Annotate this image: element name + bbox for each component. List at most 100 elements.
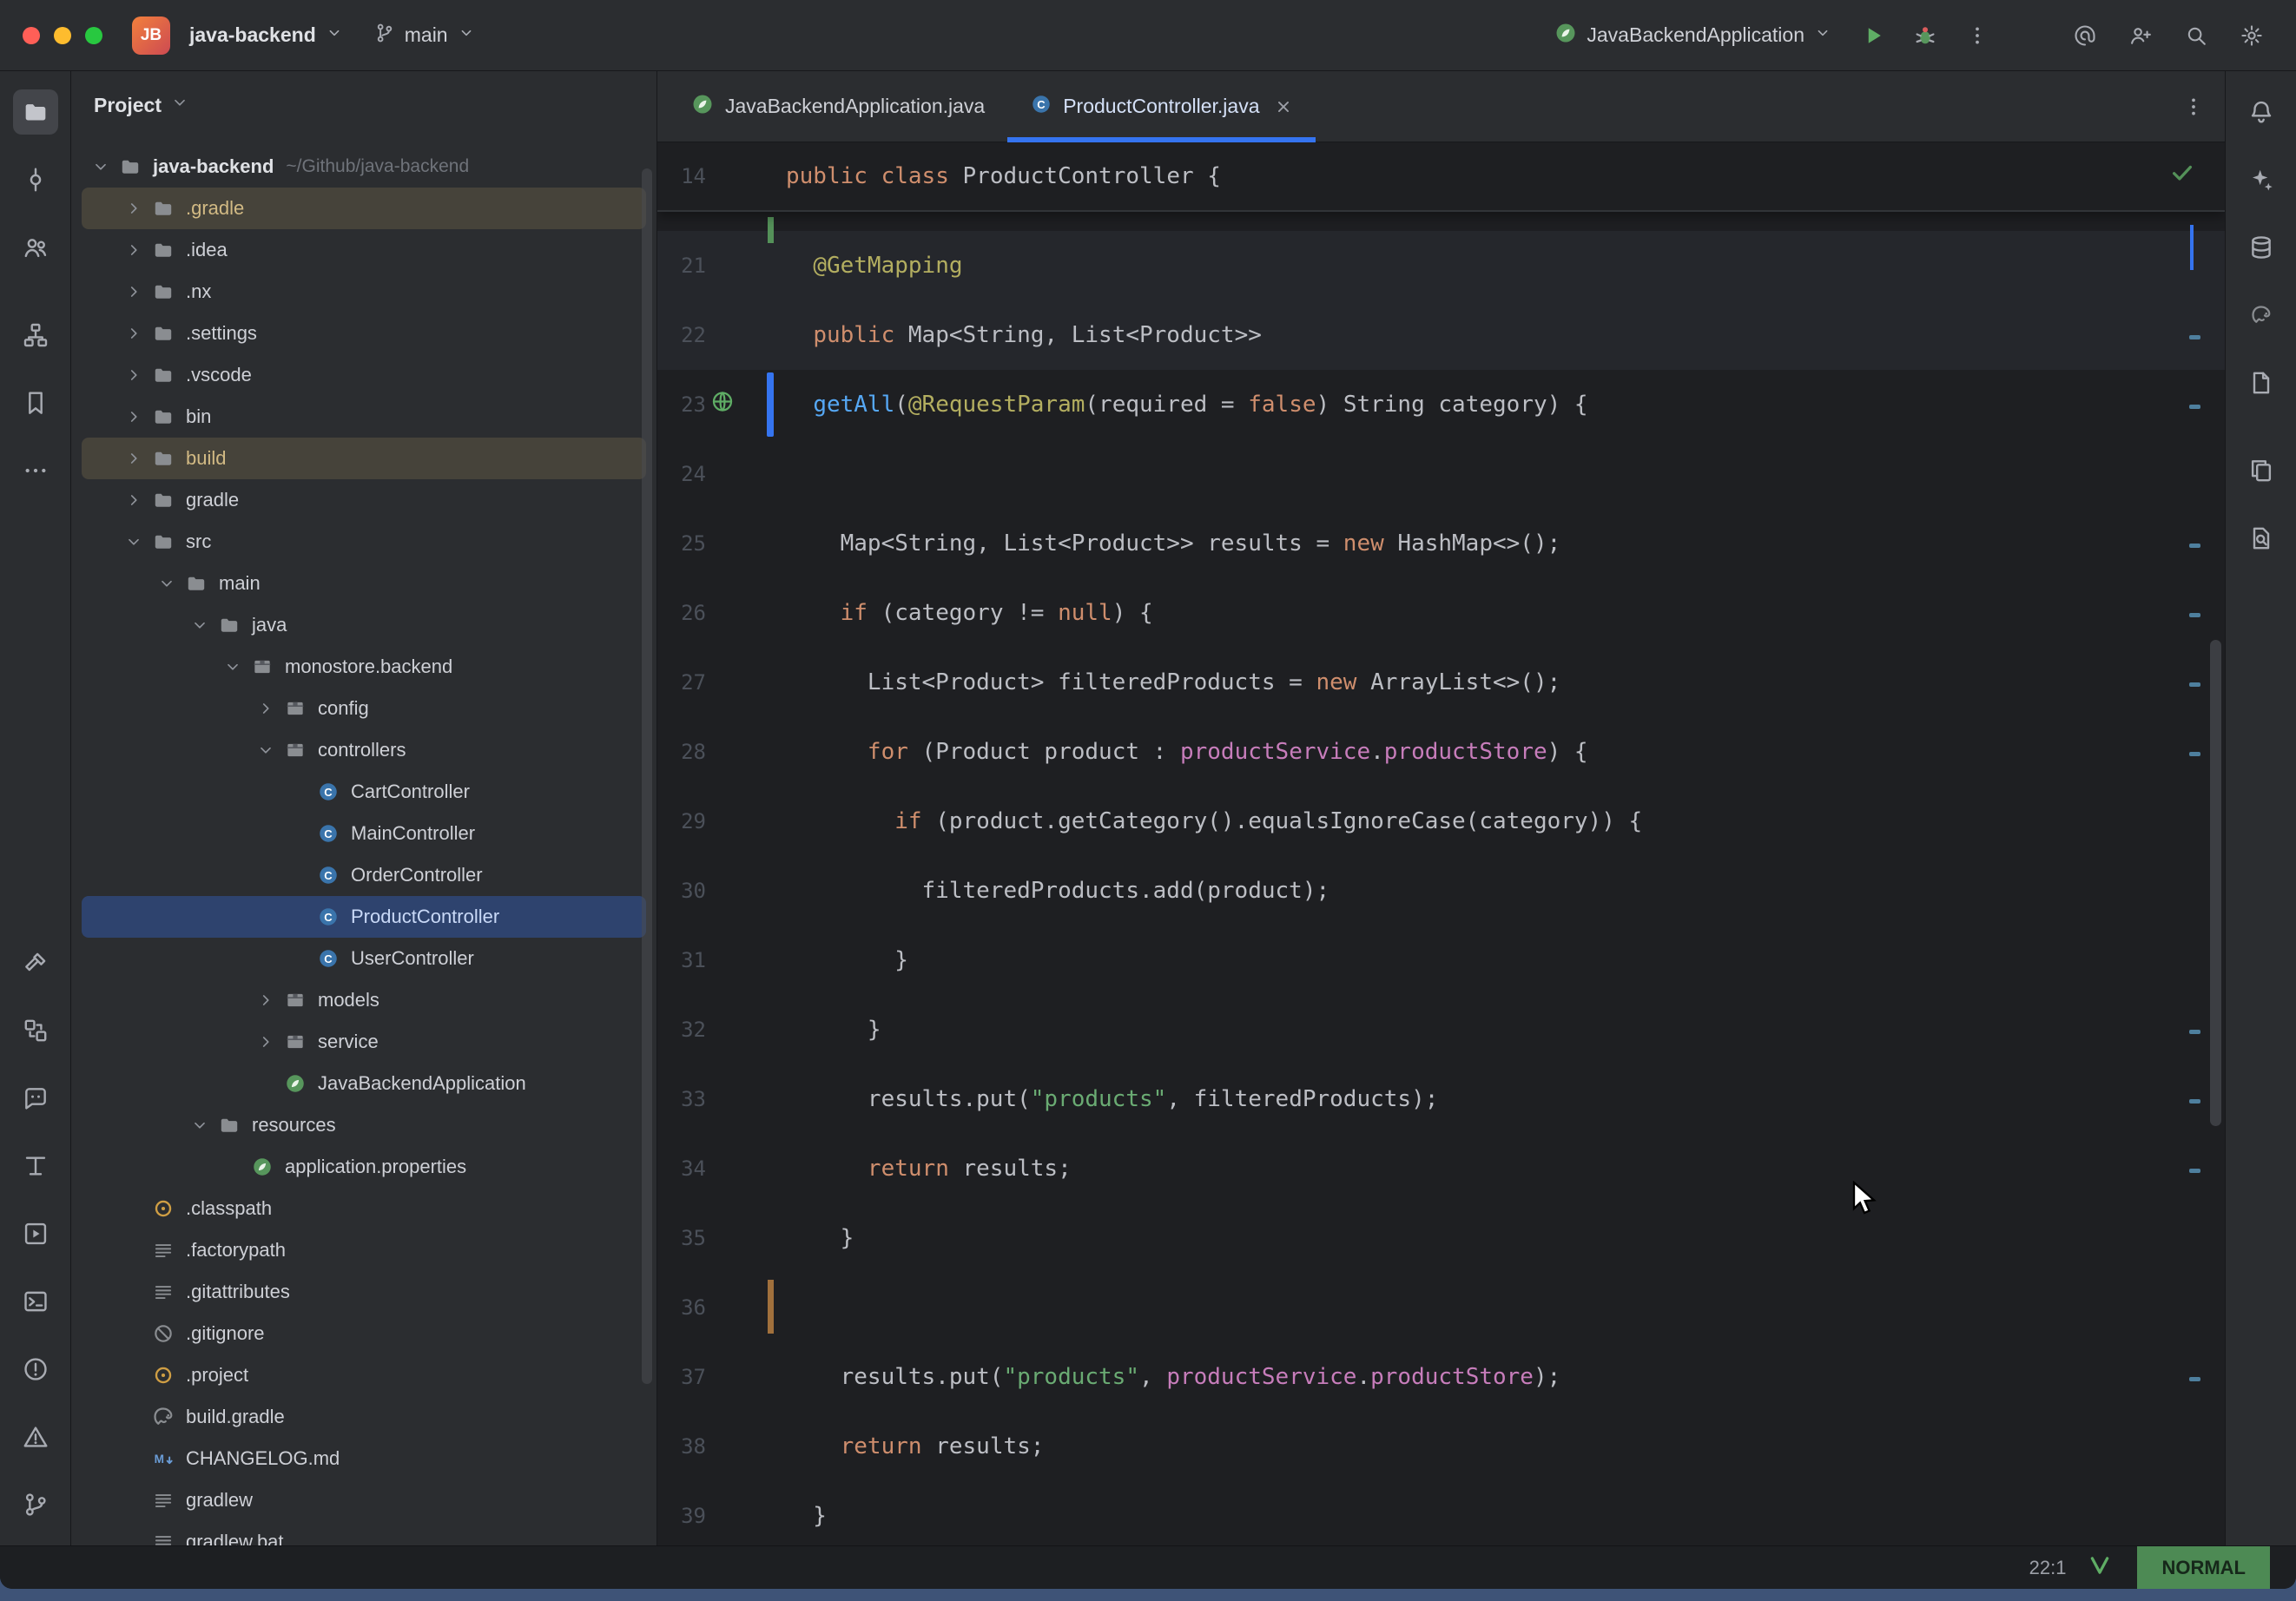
notifications-bell-icon[interactable]: [2239, 89, 2284, 135]
caret-position[interactable]: 22:1: [2029, 1557, 2067, 1579]
tree-item--idea[interactable]: .idea: [82, 229, 646, 271]
todo-icon[interactable]: [13, 1143, 58, 1189]
line-number[interactable]: 21: [657, 254, 706, 278]
code-line-34[interactable]: 34 return results;: [657, 1134, 2225, 1203]
inspections-ok-icon[interactable]: [2169, 160, 2195, 192]
run-button[interactable]: [1851, 14, 1895, 57]
tree-item--classpath[interactable]: .classpath: [82, 1188, 646, 1229]
tree-item-bin[interactable]: bin: [82, 396, 646, 438]
chevron-right-icon[interactable]: [120, 366, 148, 385]
build-icon[interactable]: [13, 940, 58, 985]
editor-tab-javabackendapplication-java[interactable]: JavaBackendApplication.java: [668, 71, 1007, 142]
tree-item--nx[interactable]: .nx: [82, 271, 646, 313]
run-configuration-selector[interactable]: JavaBackendApplication: [1543, 14, 1843, 57]
tree-item-resources[interactable]: resources: [82, 1104, 646, 1146]
commit-icon[interactable]: [13, 157, 58, 202]
line-number[interactable]: 38: [657, 1434, 706, 1459]
line-number[interactable]: 29: [657, 809, 706, 833]
code-line-31[interactable]: 31 }: [657, 926, 2225, 995]
tree-item--factorypath[interactable]: .factorypath: [82, 1229, 646, 1271]
code-with-me-icon[interactable]: [2119, 14, 2162, 57]
tree-item-application-properties[interactable]: application.properties: [82, 1146, 646, 1188]
chevron-down-icon[interactable]: [186, 1116, 214, 1135]
line-number[interactable]: 28: [657, 740, 706, 764]
code-line-24[interactable]: 24: [657, 439, 2225, 509]
tree-item--project[interactable]: .project: [82, 1354, 646, 1396]
endpoint-globe-icon[interactable]: [709, 389, 736, 421]
chevron-right-icon[interactable]: [252, 1032, 280, 1051]
code-editor[interactable]: 14 public class ProductController { 21 @…: [657, 142, 2225, 1545]
code-line-32[interactable]: 32 }: [657, 995, 2225, 1064]
line-number[interactable]: 31: [657, 948, 706, 972]
code-line-22[interactable]: 22 public Map<String, List<Product>>: [657, 300, 2225, 370]
chevron-down-icon[interactable]: [87, 157, 115, 176]
code-line-29[interactable]: 29 if (product.getCategory().equalsIgnor…: [657, 787, 2225, 856]
line-number[interactable]: 30: [657, 879, 706, 903]
chevron-right-icon[interactable]: [120, 282, 148, 301]
tab-options-icon[interactable]: [2181, 95, 2206, 119]
tree-item-monostore-backend[interactable]: monostore.backend: [82, 646, 646, 688]
chevron-down-icon[interactable]: [153, 574, 181, 593]
zoom-window-button[interactable]: [85, 27, 102, 44]
database-icon[interactable]: [2239, 225, 2284, 270]
chevron-right-icon[interactable]: [120, 407, 148, 426]
tree-item--gitignore[interactable]: .gitignore: [82, 1313, 646, 1354]
branch-selector[interactable]: main: [363, 15, 486, 56]
tree-item-src[interactable]: src: [82, 521, 646, 563]
bookmarks-icon[interactable]: [13, 380, 58, 425]
tree-item-usercontroller[interactable]: CUserController: [82, 938, 646, 979]
pull-requests-icon[interactable]: [13, 225, 58, 270]
project-selector[interactable]: java-backend: [179, 16, 354, 55]
editor-scrollbar[interactable]: [2210, 640, 2221, 1126]
chevron-down-icon[interactable]: [219, 657, 247, 676]
close-tab-icon[interactable]: [1274, 97, 1293, 116]
tree-item-gradlew-bat[interactable]: gradlew.bat: [82, 1521, 646, 1545]
code-line-27[interactable]: 27 List<Product> filteredProducts = new …: [657, 648, 2225, 717]
tree-item-productcontroller[interactable]: CProductController: [82, 896, 646, 938]
line-number[interactable]: 36: [657, 1295, 706, 1320]
tree-item-build[interactable]: build: [82, 438, 646, 479]
dependencies-icon[interactable]: [13, 1008, 58, 1053]
tree-item-controllers[interactable]: controllers: [82, 729, 646, 771]
code-line-25[interactable]: 25 Map<String, List<Product>> results = …: [657, 509, 2225, 578]
tree-item-java-backend[interactable]: java-backend~/Github/java-backend: [82, 146, 646, 188]
tree-item-models[interactable]: models: [82, 979, 646, 1021]
services-icon[interactable]: [13, 1211, 58, 1256]
line-number[interactable]: 25: [657, 531, 706, 556]
settings-gear-icon[interactable]: [2230, 14, 2273, 57]
chevron-right-icon[interactable]: [120, 324, 148, 343]
version-control-icon[interactable]: [13, 1482, 58, 1527]
project-panel-header[interactable]: Project: [71, 78, 656, 132]
problems-icon[interactable]: [13, 1347, 58, 1392]
line-number[interactable]: 26: [657, 601, 706, 625]
project-tree-scrollbar[interactable]: [642, 168, 652, 1384]
tree-item-gradle[interactable]: gradle: [82, 479, 646, 521]
tree-item--gradle[interactable]: .gradle: [82, 188, 646, 229]
line-number[interactable]: 33: [657, 1087, 706, 1111]
copy-document-icon[interactable]: [2239, 448, 2284, 493]
code-line-38[interactable]: 38 return results;: [657, 1412, 2225, 1481]
minimize-window-button[interactable]: [54, 27, 71, 44]
tree-item-cartcontroller[interactable]: CCartController: [82, 771, 646, 813]
tree-item-config[interactable]: config: [82, 688, 646, 729]
code-line-39[interactable]: 39 }: [657, 1481, 2225, 1545]
editor-tab-productcontroller-java[interactable]: CProductController.java: [1007, 71, 1315, 142]
structure-icon[interactable]: [13, 313, 58, 358]
line-number[interactable]: 14: [657, 164, 706, 188]
chevron-right-icon[interactable]: [120, 240, 148, 260]
project-folder-icon[interactable]: [13, 89, 58, 135]
tree-item-ordercontroller[interactable]: COrderController: [82, 854, 646, 896]
line-number[interactable]: 24: [657, 462, 706, 486]
debug-button[interactable]: [1903, 14, 1947, 57]
code-line-26[interactable]: 26 if (category != null) {: [657, 578, 2225, 648]
ai-assistant-icon[interactable]: [2239, 157, 2284, 202]
line-number[interactable]: 23: [657, 392, 706, 417]
code-line-35[interactable]: 35 }: [657, 1203, 2225, 1273]
code-line-21[interactable]: 21 @GetMapping: [657, 231, 2225, 300]
warnings-icon[interactable]: [13, 1414, 58, 1459]
chevron-down-icon[interactable]: [186, 616, 214, 635]
terminal-icon[interactable]: [13, 1279, 58, 1324]
code-line-33[interactable]: 33 results.put("products", filteredProdu…: [657, 1064, 2225, 1134]
find-in-files-icon[interactable]: [2239, 516, 2284, 561]
line-number[interactable]: 32: [657, 1018, 706, 1042]
